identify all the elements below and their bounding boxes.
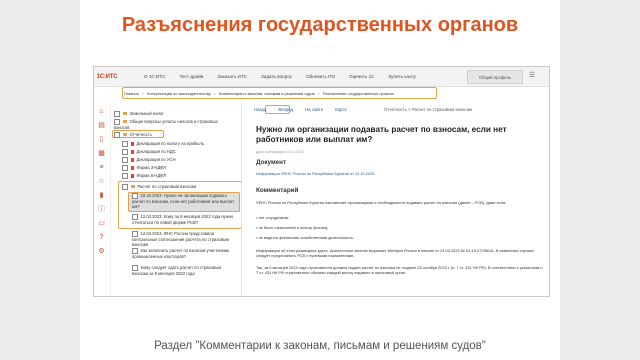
map-link[interactable]: Карта	[335, 107, 347, 112]
collapse-icon	[122, 184, 128, 190]
nav-item-about[interactable]: О 1С:ИТС	[144, 74, 165, 79]
nav-item-ask[interactable]: Задать вопрос	[261, 74, 292, 79]
forward-link[interactable]: Вперёд	[278, 107, 293, 112]
back-link[interactable]: Назад	[254, 107, 266, 112]
star-icon[interactable]: ☆	[97, 177, 106, 186]
document-icon[interactable]: ▯	[97, 135, 106, 144]
document-link[interactable]: Информация УФНС России по Республике Бур…	[256, 171, 374, 176]
content-toolbar: Назад Вперёд На сайте Карта	[254, 107, 359, 112]
document-icon	[130, 149, 134, 154]
tree-item[interactable]: Кому следует сдать расчет по страховым в…	[132, 265, 236, 276]
document-icon	[130, 173, 134, 178]
book-icon[interactable]: ▤	[97, 121, 106, 130]
tree-item[interactable]: 12.04.2023. ФНС России представила контр…	[132, 231, 236, 247]
folder-icon[interactable]: ▭	[97, 219, 106, 228]
settings-icon[interactable]: ⚙	[97, 247, 106, 256]
bullet-item: • не ведется финансово-хозяйственная дея…	[256, 235, 355, 240]
tree-item[interactable]: Декларация по налогу на прибыль	[122, 141, 204, 147]
site-link[interactable]: На сайте	[305, 107, 323, 112]
comment-paragraph: УФНС России по Республике Бурятия напоми…	[256, 200, 507, 205]
top-bar: 1С:ИТС О 1С:ИТС Тест-драйв Заказать ИТС …	[94, 67, 549, 87]
folder-icon	[122, 120, 127, 124]
comment-heading: Комментарий	[256, 187, 299, 194]
tree-item-reporting[interactable]: Отчетность	[114, 132, 152, 138]
document-icon	[130, 141, 134, 146]
tree-item[interactable]: Декларация по НДС	[122, 149, 176, 155]
collapse-icon	[114, 132, 120, 138]
calendar-icon[interactable]: ▦	[97, 149, 106, 158]
tree-item-selected[interactable]: 19.10.2023. Нужно ли организации подават…	[132, 193, 236, 209]
document-icon	[130, 157, 134, 162]
breadcrumb: Главное > Консультации по законодательств…	[124, 91, 394, 96]
tree-item-insurance[interactable]: Расчет по страховым взносам	[122, 184, 196, 190]
app-screenshot: 1С:ИТС О 1С:ИТС Тест-драйв Заказать ИТС …	[93, 66, 550, 297]
home-icon[interactable]: ⌂	[97, 107, 106, 116]
bullet-item: • нет сотрудников;	[256, 215, 289, 220]
slide-title: Разъяснения государственных органов	[121, 14, 519, 36]
folder-icon	[130, 185, 135, 189]
nav-item-test-drive[interactable]: Тест-драйв	[179, 74, 203, 79]
folder-icon	[122, 112, 127, 116]
left-icon-strip: ⌂ ▤ ▯ ▦ ≡ ☆ ▮ ⓘ ▭ ? ⚙	[94, 103, 111, 296]
bullet-item: • не было начислений в пользу физлиц;	[256, 225, 329, 230]
breadcrumb-item[interactable]: Разъяснения государственных органов	[323, 91, 394, 96]
question-icon[interactable]: ?	[97, 233, 106, 242]
publication-date: Дата публикации 19.10.2023	[256, 150, 304, 154]
nav-item-update[interactable]: Обновить ПО	[306, 74, 335, 79]
slide-caption: Раздел "Комментарии к законам, письмам и…	[154, 340, 486, 352]
tree-item[interactable]: Как заполнить расчет по взносам участник…	[132, 248, 236, 259]
document-heading: Документ	[256, 159, 287, 166]
nav-item-kassa[interactable]: Купить кассу	[388, 74, 415, 79]
panel-divider[interactable]	[241, 103, 242, 296]
chart-icon[interactable]: ▮	[97, 191, 106, 200]
comment-paragraph: Так, за 9 месяцев 2023 года страхователи…	[256, 265, 544, 276]
breadcrumb-item[interactable]: Консультации по законодательству	[147, 91, 210, 96]
article-title: Нужно ли организации подавать расчет по …	[256, 125, 507, 144]
breadcrumb-item[interactable]: Главное	[124, 91, 139, 96]
nav-item-order[interactable]: Заказать ИТС	[217, 74, 247, 79]
tree-item[interactable]: 12.04.2023. Кому за 9 месяцев 2023 года …	[132, 214, 236, 225]
folder-icon	[122, 133, 127, 137]
tree-item[interactable]: Земельный налог	[114, 111, 164, 117]
nav-item-rate[interactable]: Оценить 1С	[349, 74, 374, 79]
tree-item[interactable]: Декларация по УСН	[122, 157, 176, 163]
info-icon[interactable]: ⓘ	[97, 205, 106, 214]
expand-icon	[114, 111, 120, 117]
tree-item[interactable]: Форма 3-НДФЛ	[122, 165, 166, 171]
logo-text: 1С:ИТС	[96, 73, 118, 80]
breadcrumb-item[interactable]: Комментарии к законам, письмам и решения…	[219, 91, 315, 96]
comment-paragraph: Информация об этом размещена здесь. Анал…	[256, 248, 535, 259]
document-icon	[130, 165, 134, 170]
top-nav: О 1С:ИТС Тест-драйв Заказать ИТС Задать …	[144, 67, 430, 86]
tree-item[interactable]: Форма 6-НДФЛ	[122, 173, 166, 179]
logo[interactable]: 1С:ИТС	[96, 68, 118, 85]
section-path[interactable]: Отчетность > Расчет по страховым взносам	[384, 107, 472, 112]
profile-button[interactable]: Общий профиль	[467, 70, 523, 84]
menu-icon[interactable]: ☰	[527, 71, 537, 81]
list-icon[interactable]: ≡	[97, 163, 106, 172]
tree-item[interactable]: Общие вопросы уплаты налогов и страховых…	[114, 119, 224, 130]
